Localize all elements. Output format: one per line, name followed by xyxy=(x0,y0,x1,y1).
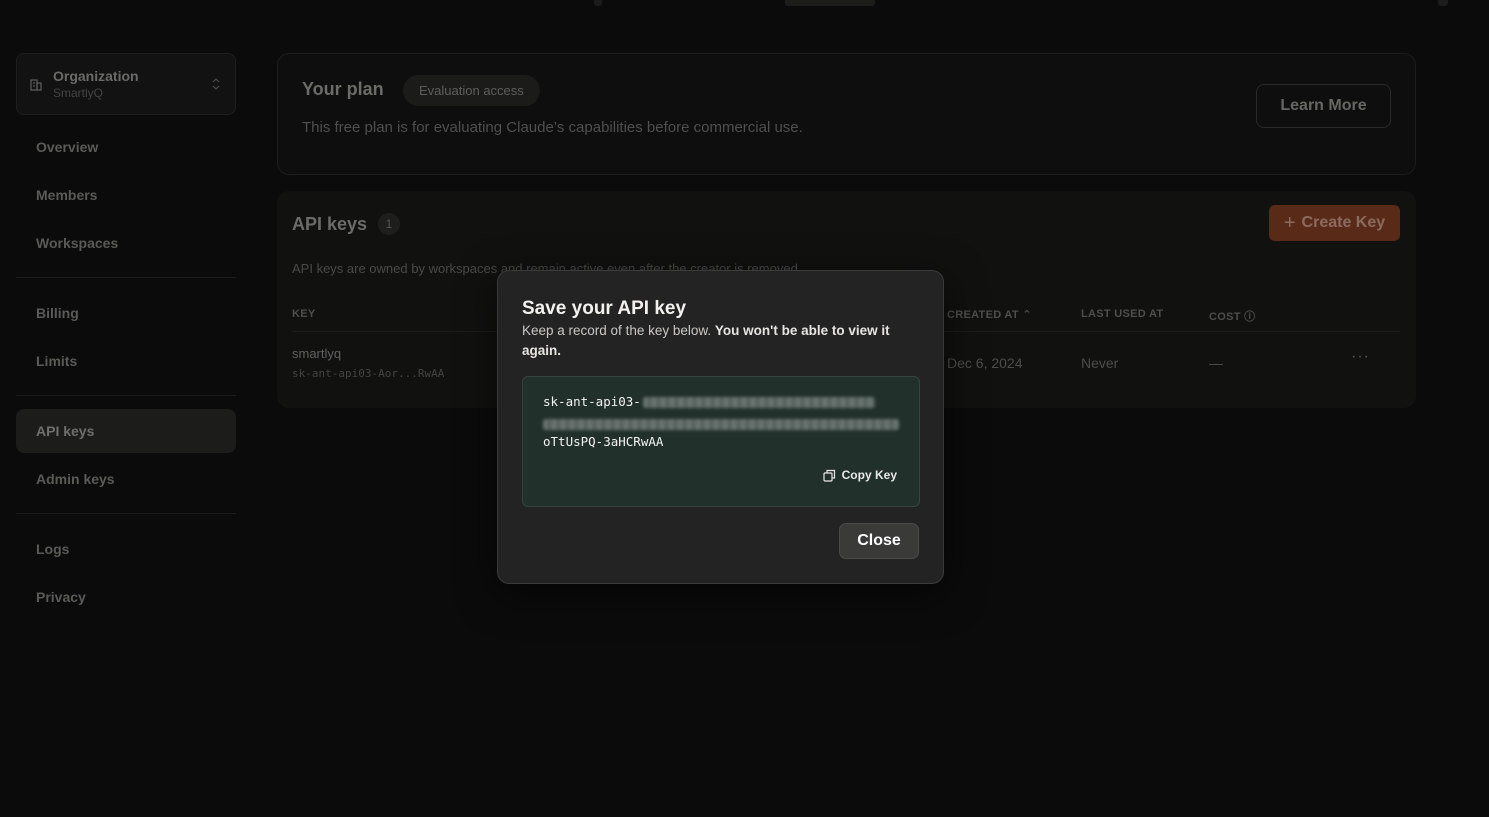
copy-icon xyxy=(823,469,835,482)
sidebar-item-logs[interactable]: Logs xyxy=(16,527,236,571)
api-keys-title: API keys xyxy=(292,214,368,234)
top-bar xyxy=(0,0,1489,10)
sidebar: Organization SmartlyQ Overview Members W… xyxy=(16,53,236,623)
chevron-up-down-icon xyxy=(212,78,220,90)
sidebar-item-workspaces[interactable]: Workspaces xyxy=(16,221,236,265)
sort-asc-icon: ⌃ xyxy=(1022,309,1032,321)
redacted-key-segment xyxy=(642,397,875,408)
plan-description: This free plan is for evaluating Claude’… xyxy=(302,119,803,136)
create-key-button[interactable]: + Create Key xyxy=(1269,205,1400,241)
key-preview: sk-ant-api03-Aor...RwAA xyxy=(292,367,445,380)
redacted-key-segment xyxy=(543,419,899,430)
api-key-box[interactable]: sk-ant-api03- oTtUsPQ-3aHCRwAA Copy Key xyxy=(522,376,920,507)
sidebar-divider xyxy=(16,395,236,396)
sidebar-item-privacy[interactable]: Privacy xyxy=(16,575,236,619)
api-keys-count-badge: 1 xyxy=(378,213,400,235)
modal-description: Keep a record of the key below. You won'… xyxy=(522,321,922,361)
modal-description-text: Keep a record of the key below. xyxy=(522,323,715,338)
building-icon xyxy=(30,79,42,91)
info-icon[interactable]: ⓘ xyxy=(1244,311,1255,323)
top-bar-fragment xyxy=(1438,0,1448,6)
sidebar-divider xyxy=(16,513,236,514)
sidebar-item-billing[interactable]: Billing xyxy=(16,291,236,335)
sidebar-item-admin-keys[interactable]: Admin keys xyxy=(16,457,236,501)
learn-more-button[interactable]: Learn More xyxy=(1256,84,1391,128)
top-bar-fragment xyxy=(785,0,875,6)
column-header-last-used-at: LAST USED AT xyxy=(1081,308,1164,320)
cost-cell: — xyxy=(1209,355,1223,371)
top-bar-fragment xyxy=(594,0,602,6)
key-name: smartlyq xyxy=(292,346,342,361)
column-header-cost: COST ⓘ xyxy=(1209,308,1255,324)
sidebar-item-members[interactable]: Members xyxy=(16,173,236,217)
column-header-created-at[interactable]: CREATED AT ⌃ xyxy=(947,308,1032,321)
api-key-prefix: sk-ant-api03- xyxy=(543,394,641,409)
plus-icon: + xyxy=(1283,212,1296,234)
last-used-at-cell: Never xyxy=(1081,355,1119,371)
column-header-key: KEY xyxy=(292,308,316,320)
sidebar-divider xyxy=(16,277,236,278)
plan-card: Your plan Evaluation access This free pl… xyxy=(277,53,1416,175)
create-key-label: Create Key xyxy=(1301,214,1386,231)
more-options-icon[interactable]: ··· xyxy=(1351,348,1370,366)
copy-key-button[interactable]: Copy Key xyxy=(823,468,897,482)
api-key-line-1: sk-ant-api03- xyxy=(543,394,875,409)
organization-switcher[interactable]: Organization SmartlyQ xyxy=(16,53,236,115)
plan-badge: Evaluation access xyxy=(403,75,540,106)
organization-label: Organization xyxy=(53,68,139,84)
copy-key-label: Copy Key xyxy=(841,468,897,482)
column-header-created-at-label: CREATED AT xyxy=(947,309,1019,321)
modal-title: Save your API key xyxy=(522,298,687,319)
sidebar-item-overview[interactable]: Overview xyxy=(16,125,236,169)
save-api-key-modal: Save your API key Keep a record of the k… xyxy=(497,270,944,584)
organization-name: SmartlyQ xyxy=(53,86,104,100)
sidebar-item-api-keys[interactable]: API keys xyxy=(16,409,236,453)
created-at-cell: Dec 6, 2024 xyxy=(947,355,1023,371)
sidebar-nav: Overview Members Workspaces Billing Limi… xyxy=(16,125,236,619)
close-button[interactable]: Close xyxy=(839,523,919,559)
sidebar-item-limits[interactable]: Limits xyxy=(16,339,236,383)
plan-title: Your plan xyxy=(302,79,384,99)
column-header-cost-label: COST xyxy=(1209,311,1241,323)
api-key-suffix: oTtUsPQ-3aHCRwAA xyxy=(543,434,664,449)
